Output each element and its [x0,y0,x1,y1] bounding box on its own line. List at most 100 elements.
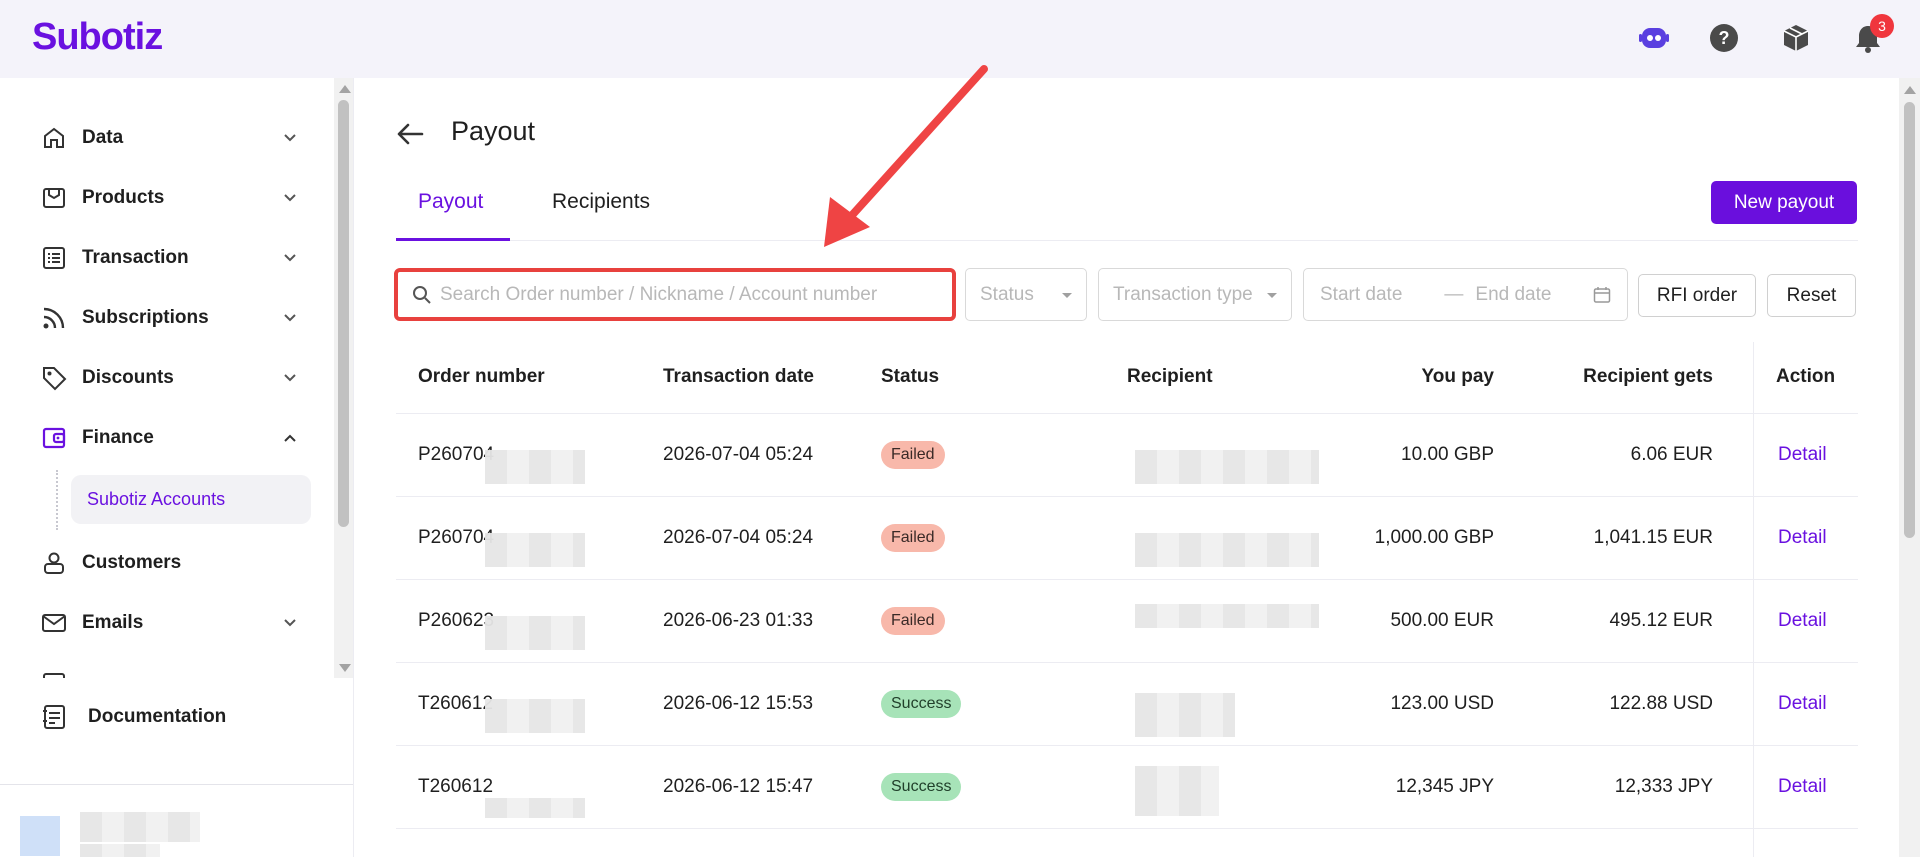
search-input[interactable] [440,283,940,306]
package-icon[interactable] [1780,22,1812,54]
back-arrow-icon[interactable] [394,118,426,150]
sidebar-scroll-thumb[interactable] [338,100,349,527]
rfi-order-button[interactable]: RFI order [1638,274,1756,317]
transaction-type-placeholder: Transaction type [1113,283,1253,305]
chevron-down-icon [284,254,296,262]
tab-payout[interactable]: Payout [418,190,483,226]
column-header: Recipient [1127,366,1213,387]
chevron-down-icon [284,619,296,627]
submenu-guide-line [56,470,58,530]
fixed-column-divider [1753,342,1754,857]
chevron-down-icon [284,314,296,322]
recipient-gets: 6.06 EUR [1630,444,1713,465]
active-tab-indicator [396,238,510,241]
table-row[interactable]: P260704 2026-07-04 05:24 Failed 10.00 GB… [396,414,1858,497]
user-icon [40,549,68,577]
tabs-divider [396,240,1858,241]
account-switcher[interactable] [14,800,224,857]
sidebar-item-finance[interactable]: Finance [40,416,300,460]
sidebar-item-emails[interactable]: Emails [40,601,300,645]
sidebar-item-label: Customers [82,552,182,573]
sidebar-item-label: Products [82,187,165,208]
status-badge: Failed [881,524,945,552]
table-row[interactable]: T260612 2026-06-12 15:47 Success 12,345 … [396,746,1858,829]
column-header: Status [881,366,940,387]
redacted-order-suffix [485,533,585,567]
sidebar-item-label: Finance [82,427,154,448]
date-separator: — [1444,283,1464,305]
tab-recipients[interactable]: Recipients [552,190,650,226]
new-payout-button[interactable]: New payout [1711,181,1857,224]
sidebar-item-products[interactable]: Products [40,176,300,220]
redacted-account-detail [80,844,160,857]
column-header: You pay [1421,366,1495,387]
table-row[interactable]: T260612 2026-06-12 15:53 Success 123.00 … [396,663,1858,746]
scroll-up-arrow[interactable] [339,85,351,93]
detail-link[interactable]: Detail [1778,693,1827,715]
you-pay: 12,345 JPY [1395,776,1494,797]
detail-link[interactable]: Detail [1778,776,1827,798]
sidebar-item-discounts[interactable]: Discounts [40,356,300,400]
start-date-input[interactable]: Start date [1320,284,1402,306]
transaction-date: 2026-06-23 01:33 [663,610,814,631]
bell-icon[interactable]: 3 [1852,14,1894,54]
mail-icon [40,609,68,637]
recipient-gets: 122.88 USD [1609,693,1713,714]
order-number: P260704 [418,527,495,548]
sidebar-item-documentation[interactable]: Documentation [40,695,226,739]
sidebar-item-subscriptions[interactable]: Subscriptions [40,296,300,340]
sidebar-item-partially-hidden[interactable] [40,661,300,678]
main-scroll-thumb[interactable] [1904,102,1915,538]
page-title: Payout [451,116,536,146]
store-icon [40,184,68,212]
redacted-recipient [1135,766,1219,816]
sidebar-item-customers[interactable]: Customers [40,541,300,585]
sidebar-item-label: Discounts [82,367,174,388]
sidebar-divider [0,784,353,785]
sidebar-subitem-subotiz-accounts[interactable]: Subotiz Accounts [71,475,311,524]
svg-text:?: ? [1719,28,1730,48]
calendar-icon [1593,287,1611,303]
transaction-date: 2026-06-12 15:47 [663,776,814,797]
top-bar: Subotiz ? 3 [0,0,1920,78]
you-pay: 500.00 EUR [1390,610,1494,631]
redacted-order-suffix [485,798,585,818]
sidebar-nav: Data Products Transaction Subscriptions [0,78,353,678]
table-row[interactable]: P260704 2026-07-04 05:24 Failed 1,000.00… [396,497,1858,580]
home-icon [40,124,68,152]
redacted-account-name [80,812,200,842]
sidebar-item-data[interactable]: Data [40,116,300,160]
chevron-down-icon [284,374,296,382]
reset-button[interactable]: Reset [1767,274,1856,317]
chevron-up-icon [284,434,296,442]
list-icon [40,244,68,272]
transaction-type-select[interactable]: Transaction type [1098,268,1292,321]
date-range-picker[interactable]: Start date — End date [1303,268,1628,321]
detail-link[interactable]: Detail [1778,610,1827,632]
chevron-down-icon [284,134,296,142]
recipient-gets: 1,041.15 EUR [1593,527,1713,548]
search-field[interactable] [394,268,956,321]
caret-down-icon [1267,293,1277,298]
status-select[interactable]: Status [965,268,1087,321]
detail-link[interactable]: Detail [1778,444,1827,466]
scroll-up-arrow[interactable] [1904,86,1916,94]
recipient-gets: 495.12 EUR [1609,610,1713,631]
chevron-down-icon [284,194,296,202]
sidebar-item-transaction[interactable]: Transaction [40,236,300,280]
end-date-input[interactable]: End date [1475,284,1551,306]
order-number: P260623 [418,610,495,631]
you-pay: 10.00 GBP [1401,444,1494,465]
scroll-down-arrow[interactable] [339,664,351,672]
status-badge: Success [881,690,962,718]
assistant-bot-icon[interactable] [1638,22,1670,54]
status-badge: Success [881,773,962,801]
transaction-date: 2026-07-04 05:24 [663,444,814,465]
table-row[interactable]: P260623 2026-06-23 01:33 Failed 500.00 E… [396,580,1858,663]
detail-link[interactable]: Detail [1778,527,1827,549]
main-scrollbar[interactable] [1899,78,1920,857]
logo[interactable]: Subotiz [32,16,163,59]
help-icon[interactable]: ? [1708,22,1740,54]
sidebar-scrollbar[interactable] [334,78,353,678]
status-select-placeholder: Status [980,283,1034,305]
